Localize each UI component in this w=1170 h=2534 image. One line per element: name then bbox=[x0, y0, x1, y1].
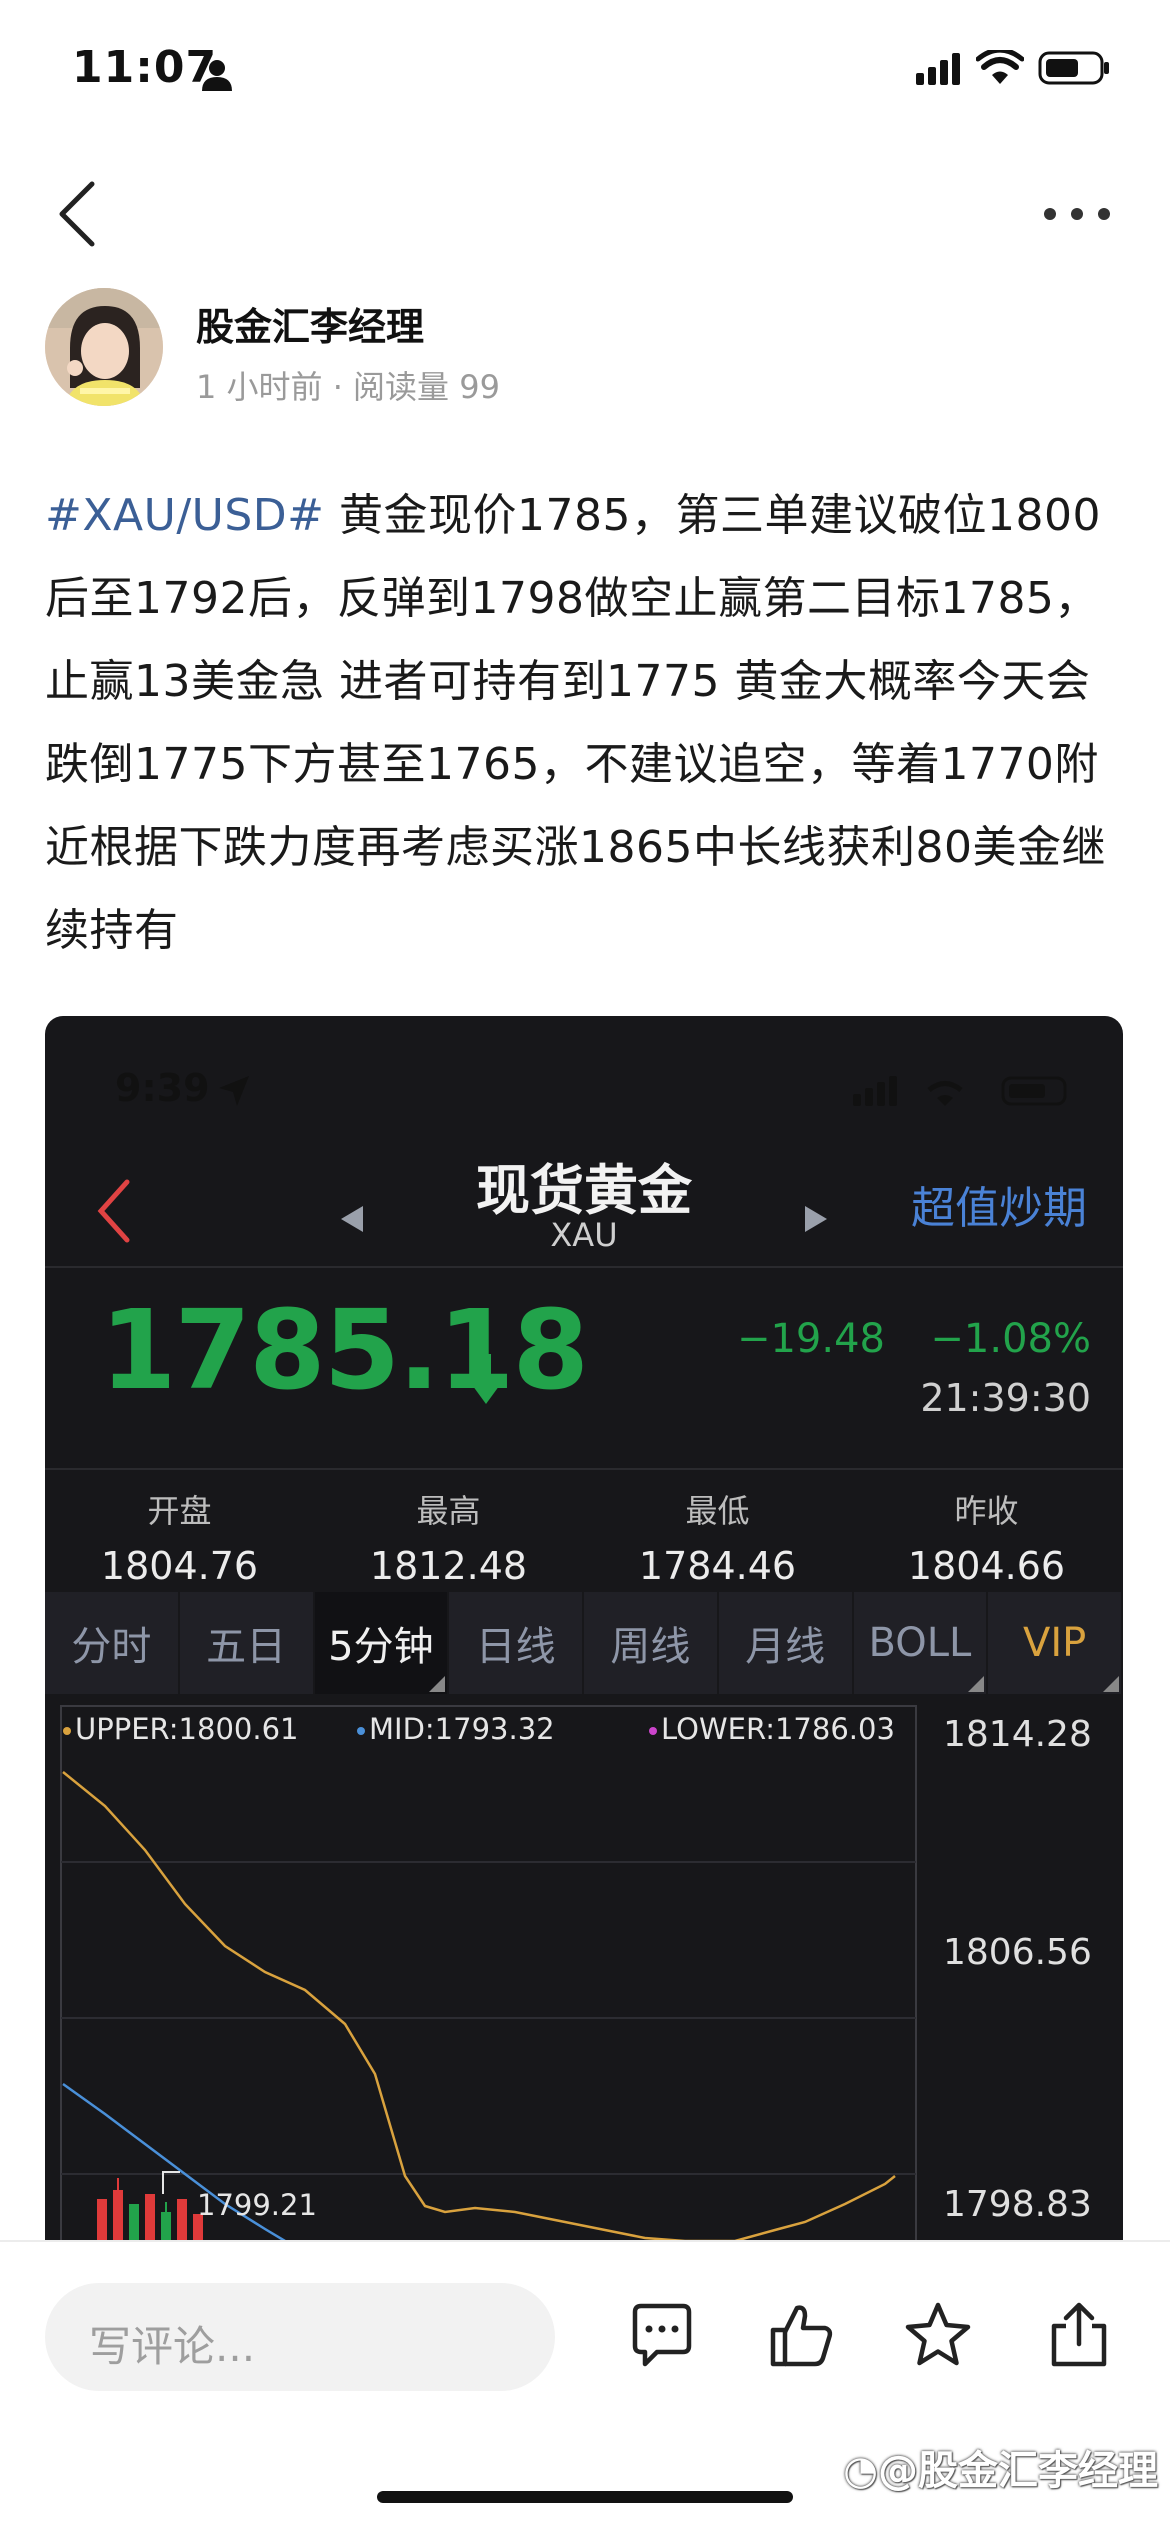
tab-label: BOLL bbox=[868, 1620, 972, 1666]
tab-label: VIP bbox=[1022, 1620, 1087, 1666]
candle bbox=[97, 2199, 107, 2241]
author-name[interactable]: 股金汇李经理 bbox=[196, 296, 424, 351]
boll-upper-line bbox=[62, 1771, 896, 2241]
high-marker bbox=[162, 2171, 180, 2194]
lower-dot bbox=[649, 1727, 657, 1735]
legend-upper-text: UPPER:1800.61 bbox=[75, 1712, 299, 1746]
post-meta: 1 小时前 · 阅读量 99 bbox=[196, 368, 500, 406]
more-options-icon[interactable] bbox=[1042, 206, 1112, 222]
share-icon[interactable] bbox=[1044, 2300, 1114, 2370]
comment-placeholder: 写评论... bbox=[89, 2322, 256, 2371]
y-axis-label: 1798.83 bbox=[943, 2184, 1092, 2225]
quote-time: 21:39:30 bbox=[920, 1376, 1091, 1420]
price-change-percent: −1.08% bbox=[930, 1316, 1091, 1362]
hashtag-link[interactable]: #XAU/USD# bbox=[45, 490, 325, 541]
stat-label: 最高 bbox=[416, 1492, 481, 1530]
post-text: #XAU/USD# 黄金现价1785，第三单建议破位1800后至1792后，反弹… bbox=[45, 474, 1125, 972]
legend-mid: MID:1793.32 bbox=[357, 1712, 555, 1746]
stat-label: 昨收 bbox=[954, 1492, 1019, 1530]
comment-input[interactable]: 写评论... bbox=[45, 2283, 555, 2391]
stat-label: 开盘 bbox=[147, 1492, 212, 1530]
divider bbox=[45, 1468, 1123, 1470]
legend-upper: UPPER:1800.61 bbox=[63, 1712, 298, 1746]
post-body: 黄金现价1785，第三单建议破位1800后至1792后，反弹到1798做空止赢第… bbox=[45, 490, 1106, 956]
mid-dot bbox=[357, 1727, 365, 1735]
down-arrow-icon bbox=[470, 1354, 502, 1404]
weibo-logo-icon: ◔ bbox=[843, 2448, 878, 2494]
tab-vip[interactable]: VIP bbox=[988, 1592, 1123, 1694]
person-icon bbox=[202, 60, 232, 91]
tab-boll[interactable]: BOLL bbox=[853, 1592, 989, 1694]
promo-link[interactable]: 超值炒期 bbox=[911, 1172, 1087, 1236]
dropdown-corner-icon bbox=[429, 1676, 446, 1692]
tab-intraday[interactable]: 分时 bbox=[45, 1592, 180, 1694]
legend-mid-text: MID:1793.32 bbox=[369, 1712, 555, 1746]
watermark-text: @股金汇李经理 bbox=[878, 2448, 1158, 2494]
tab-monthly[interactable]: 月线 bbox=[718, 1592, 854, 1694]
avatar[interactable] bbox=[45, 288, 163, 406]
legend-lower-text: LOWER:1786.03 bbox=[661, 1712, 895, 1746]
candles bbox=[97, 2178, 203, 2241]
favorite-star-icon[interactable] bbox=[903, 2300, 973, 2370]
stat-value: 1804.76 bbox=[100, 1544, 259, 1588]
status-indicators bbox=[916, 50, 1110, 86]
tab-daily[interactable]: 日线 bbox=[449, 1592, 584, 1694]
current-price: 1785.18 bbox=[100, 1286, 589, 1414]
stat-prev-close: 昨收 1804.66 bbox=[852, 1486, 1121, 1588]
stat-low: 最低 1784.46 bbox=[583, 1486, 852, 1588]
tab-weekly[interactable]: 周线 bbox=[584, 1592, 719, 1694]
stat-value: 1812.48 bbox=[369, 1544, 528, 1588]
dropdown-corner-icon bbox=[1103, 1676, 1119, 1692]
y-axis-label: 1814.28 bbox=[943, 1714, 1092, 1755]
stat-label: 最低 bbox=[685, 1492, 750, 1530]
stat-value: 1784.46 bbox=[638, 1544, 797, 1588]
candle-high-label: 1799.21 bbox=[197, 2188, 317, 2222]
status-time: 11:07 bbox=[72, 42, 218, 93]
signal-icon bbox=[916, 53, 960, 85]
battery-icon bbox=[1038, 51, 1109, 85]
candle bbox=[145, 2194, 155, 2241]
chart-frame bbox=[60, 1705, 917, 2241]
embedded-status-icons bbox=[853, 1076, 1067, 1106]
stat-open: 开盘 1804.76 bbox=[45, 1486, 314, 1588]
candle bbox=[129, 2204, 139, 2241]
post-image[interactable]: 9:39 现货黄金 XAU 超值炒期 1785.18 −19.48 −1.08%… bbox=[45, 1016, 1123, 2241]
dropdown-corner-icon bbox=[968, 1676, 985, 1692]
tab-five-day[interactable]: 五日 bbox=[179, 1592, 315, 1694]
wifi-icon bbox=[976, 50, 1024, 84]
comment-icon[interactable] bbox=[627, 2300, 697, 2370]
tab-label: 5分钟 bbox=[328, 1624, 434, 1670]
divider bbox=[45, 1266, 1123, 1268]
legend-lower: LOWER:1786.03 bbox=[649, 1712, 895, 1746]
like-thumb-icon[interactable] bbox=[767, 2300, 837, 2370]
y-axis-label: 1806.56 bbox=[943, 1932, 1092, 1973]
next-instrument-icon[interactable] bbox=[801, 1204, 831, 1234]
stat-high: 最高 1812.48 bbox=[314, 1486, 583, 1588]
embedded-status-time: 9:39 bbox=[115, 1066, 210, 1110]
location-arrow-icon bbox=[219, 1076, 249, 1106]
home-indicator bbox=[377, 2491, 793, 2503]
upper-dot bbox=[63, 1727, 71, 1735]
chart-period-tabs: 分时 五日 5分钟 日线 周线 月线 BOLL VIP bbox=[45, 1592, 1123, 1694]
stat-value: 1804.66 bbox=[907, 1544, 1066, 1588]
tab-5min[interactable]: 5分钟 bbox=[314, 1592, 450, 1694]
candle bbox=[177, 2199, 187, 2241]
watermark: ◔@股金汇李经理 bbox=[843, 2438, 1158, 2496]
price-change: −19.48 bbox=[736, 1316, 885, 1362]
back-arrow-icon[interactable] bbox=[52, 178, 104, 250]
